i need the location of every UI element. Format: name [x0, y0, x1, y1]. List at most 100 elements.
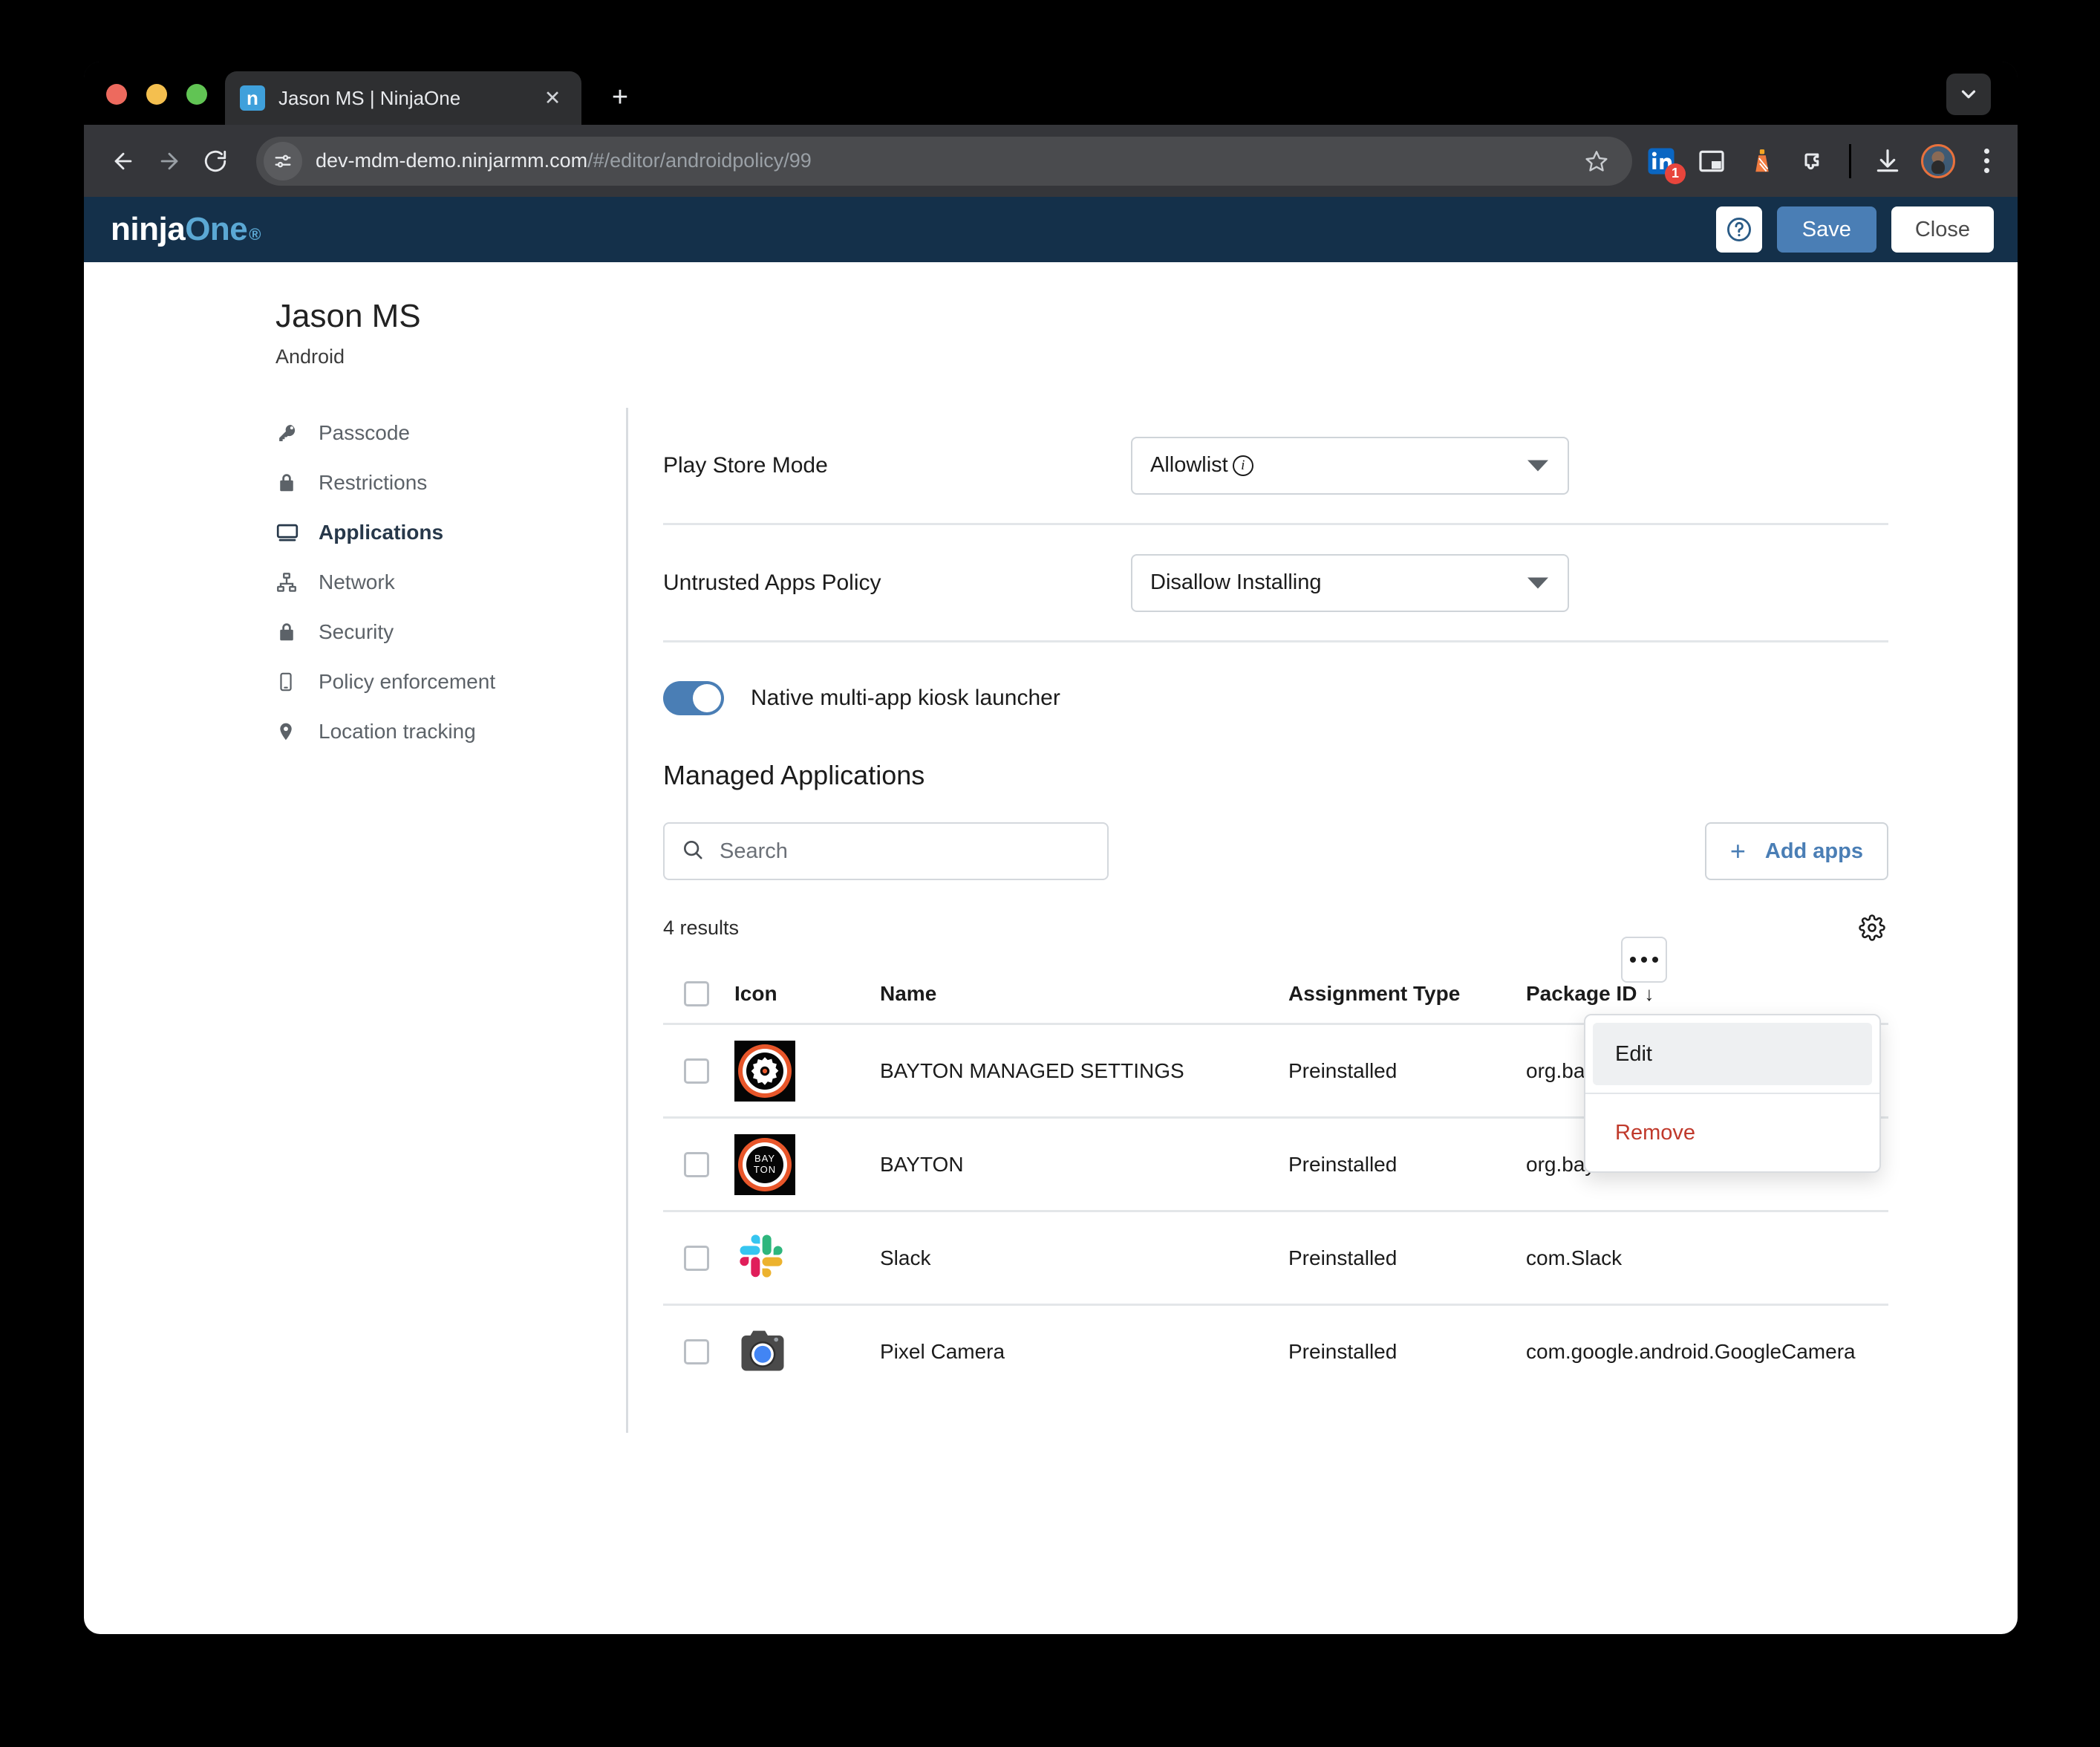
site-settings-icon[interactable] [264, 141, 302, 180]
table-row[interactable]: Pixel Camera Preinstalled com.google.and… [663, 1304, 1888, 1397]
lighthouse-extension-icon[interactable] [1745, 144, 1779, 178]
sidebar-item-applications[interactable]: Applications [275, 507, 535, 557]
more-options-icon[interactable] [1621, 937, 1667, 983]
sidebar-item-restrictions[interactable]: Restrictions [275, 458, 535, 507]
row-select-cell [663, 1151, 734, 1177]
info-icon[interactable]: i [1232, 455, 1253, 476]
plus-icon: + [1729, 836, 1746, 866]
linkedin-badge-count: 1 [1665, 163, 1686, 184]
column-header-package-id-label: Package ID [1526, 982, 1637, 1005]
sidebar-item-label: Passcode [319, 420, 410, 444]
ninjaone-logo[interactable]: ninja One ® [111, 211, 261, 248]
save-button[interactable]: Save [1776, 206, 1876, 253]
address-bar[interactable]: dev-mdm-demo.ninjarmm.com/#/editor/andro… [256, 136, 1632, 186]
browser-tab[interactable]: n Jason MS | NinjaOne ✕ [225, 71, 581, 125]
row-assignment-type: Preinstalled [1288, 1339, 1398, 1363]
toggle-knob [693, 684, 721, 712]
row-select-cell [663, 1338, 734, 1364]
lock-icon [275, 621, 310, 643]
reload-icon[interactable] [192, 138, 238, 184]
sidebar-item-label: Security [319, 619, 394, 643]
row-checkbox[interactable] [684, 1151, 709, 1177]
close-tab-icon[interactable]: ✕ [538, 84, 567, 112]
network-icon [275, 571, 310, 593]
monitor-icon [275, 521, 310, 544]
page-subtitle: Android [275, 345, 345, 368]
column-header-name[interactable]: Name [880, 982, 1288, 1006]
row-select-cell [663, 1245, 734, 1271]
kiosk-launcher-row: Native multi-app kiosk launcher [663, 642, 1888, 754]
sidebar-item-passcode[interactable]: Passcode [275, 408, 535, 458]
context-menu-item-remove[interactable]: Remove [1593, 1102, 1872, 1164]
ninjaone-favicon: n [240, 85, 265, 111]
row-assignment-type: Preinstalled [1288, 1058, 1398, 1082]
row-app-icon-cell [734, 1040, 880, 1102]
maximize-window-button[interactable] [186, 84, 207, 105]
select-all-checkbox[interactable] [684, 981, 709, 1006]
chevron-down-icon [1527, 460, 1548, 471]
search-icon [681, 838, 705, 865]
kiosk-launcher-toggle[interactable] [663, 681, 724, 715]
new-tab-button[interactable]: + [604, 81, 636, 114]
row-checkbox[interactable] [684, 1245, 709, 1271]
gear-icon[interactable] [1856, 911, 1888, 944]
sidebar-item-location-tracking[interactable]: Location tracking [275, 706, 535, 756]
column-header-assignment-type[interactable]: Assignment Type [1288, 982, 1526, 1006]
picture-in-picture-icon[interactable] [1695, 144, 1729, 178]
web-page: ninja One ® Save Close Jason MS Android Pa [84, 197, 2018, 1634]
lock-icon [275, 472, 310, 494]
row-app-icon-cell [734, 1321, 880, 1382]
sidebar-item-label: Location tracking [319, 719, 476, 743]
extension-icons: 1 [1644, 143, 2001, 184]
download-icon[interactable] [1871, 144, 1905, 178]
play-store-mode-select[interactable]: Allowlist i [1131, 436, 1569, 495]
play-store-mode-value: Allowlist [1150, 453, 1228, 477]
avatar[interactable] [1921, 143, 1955, 178]
row-app-name: Pixel Camera [880, 1339, 1005, 1363]
bookmark-star-icon[interactable] [1576, 140, 1617, 182]
untrusted-apps-policy-row: Untrusted Apps Policy Disallow Installin… [663, 525, 1888, 640]
logo-one-text: One [185, 211, 248, 247]
column-header-package-id[interactable]: Package ID ↓ [1526, 982, 1888, 1006]
logo-registered-mark: ® [249, 225, 261, 244]
linkedin-extension-icon[interactable]: 1 [1644, 144, 1686, 184]
close-button[interactable]: Close [1891, 206, 1994, 253]
row-checkbox[interactable] [684, 1338, 709, 1364]
browser-window: n Jason MS | NinjaOne ✕ + dev-mdm-demo.n… [84, 62, 2018, 1634]
sidebar-item-policy-enforcement[interactable]: Policy enforcement [275, 657, 535, 706]
untrusted-apps-policy-select[interactable]: Disallow Installing [1131, 553, 1569, 612]
search-input[interactable]: Search [663, 822, 1109, 880]
sidebar-item-label: Restrictions [319, 470, 428, 494]
row-checkbox[interactable] [684, 1058, 709, 1084]
table-row[interactable]: Slack Preinstalled com.Slack [663, 1210, 1888, 1304]
logo-ninja-text: ninja [111, 211, 186, 247]
tab-list-chevron-icon[interactable] [1946, 74, 1991, 115]
minimize-window-button[interactable] [146, 84, 167, 105]
key-icon [275, 422, 310, 444]
sidebar-item-label: Applications [319, 520, 444, 544]
sidebar-item-security[interactable]: Security [275, 607, 535, 657]
row-assignment-type: Preinstalled [1288, 1152, 1398, 1176]
help-button[interactable] [1715, 206, 1762, 253]
extensions-puzzle-icon[interactable] [1796, 144, 1830, 178]
row-select-cell [663, 1058, 734, 1084]
play-store-mode-row: Play Store Mode Allowlist i [663, 408, 1888, 523]
bayton-icon: BAY TON [734, 1133, 795, 1195]
context-menu-item-edit[interactable]: Edit [1593, 1023, 1872, 1085]
browser-toolbar: dev-mdm-demo.ninjarmm.com/#/editor/andro… [84, 125, 2018, 197]
untrusted-apps-policy-value: Disallow Installing [1150, 570, 1322, 594]
row-app-icon-cell [734, 1229, 880, 1286]
forward-icon[interactable] [146, 138, 192, 184]
url-path: /#/editor/androidpolicy/99 [587, 149, 812, 172]
tab-title: Jason MS | NinjaOne [278, 86, 461, 109]
chrome-menu-icon[interactable] [1972, 144, 2001, 178]
back-icon[interactable] [100, 138, 146, 184]
column-header-icon[interactable]: Icon [734, 982, 880, 1006]
row-package-id: com.google.android.GoogleCamera [1526, 1339, 1856, 1363]
context-menu-separator [1585, 1093, 1879, 1094]
row-app-icon-cell: BAY TON [734, 1133, 880, 1195]
sidebar-item-network[interactable]: Network [275, 557, 535, 607]
add-apps-button[interactable]: + Add apps [1704, 822, 1888, 880]
search-and-add-row: Search + Add apps [663, 822, 1888, 880]
close-window-button[interactable] [106, 84, 127, 105]
